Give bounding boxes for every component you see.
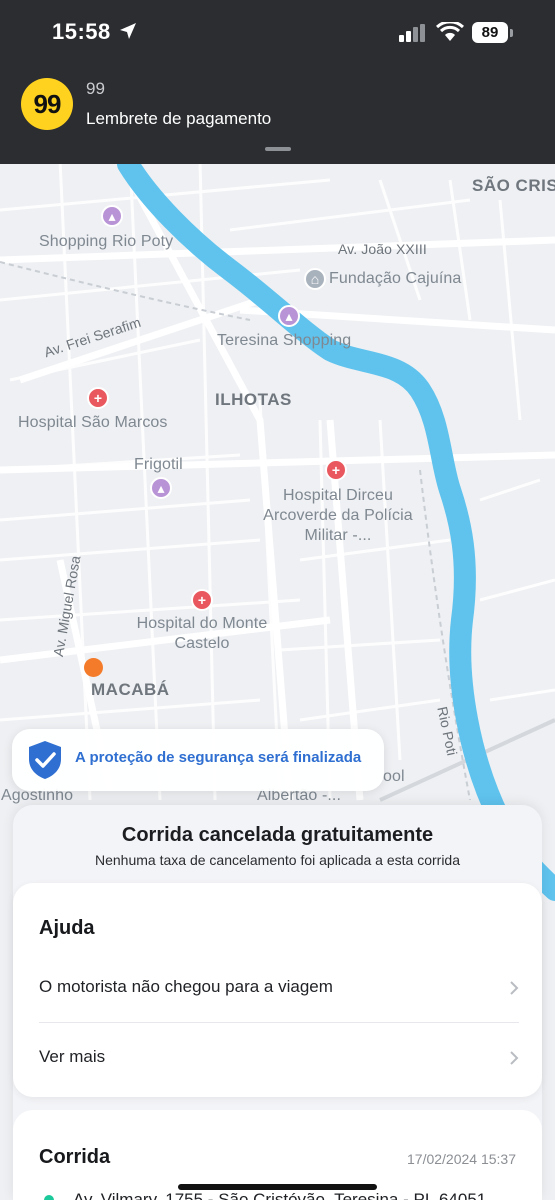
hospital-pin-icon[interactable]: + [87,387,109,409]
notification-title: Lembrete de pagamento [86,109,272,128]
help-divider [39,1022,519,1023]
shield-check-icon [29,741,61,779]
wifi-icon [436,22,464,41]
sheet-title: Corrida cancelada gratuitamente [121,824,434,846]
map-label-school: ool [383,768,405,785]
sheet-subtitle: Nenhuma taxa de cancelamento foi aplicad… [95,852,460,868]
shopping-pin-icon[interactable]: ▴ [101,205,123,227]
museum-pin-icon[interactable]: ⌂ [304,268,326,290]
help-card: Ajuda O motorista não chegou para a viag… [13,883,542,1097]
map-label-av-joao: Av. João XXIII [338,241,427,257]
battery-tip [510,29,513,37]
shopping-pin-icon[interactable]: ▴ [150,477,172,499]
help-item-see-more[interactable]: Ver mais [39,1029,519,1089]
status-time: 15:58 [52,19,111,44]
help-item-label: Ver mais [39,1047,106,1066]
help-heading: Ajuda [39,917,95,939]
ride-heading: Corrida [39,1146,111,1168]
location-arrow-icon [120,23,136,39]
notification-app-name: 99 [86,79,105,98]
shopping-pin-icon[interactable]: ▴ [278,305,300,327]
map-label-hospital-sao-marcos[interactable]: Hospital São Marcos [18,414,168,432]
help-item-label: O motorista não chegou para a viagem [39,977,333,996]
ride-origin-address: Av. Vilmary, 1755 - São Cristóvão, Teres… [73,1190,487,1200]
chevron-right-icon [510,1051,519,1065]
map-label-teresina-shopping[interactable]: Teresina Shopping [217,332,351,350]
cellular-signal-icon [399,24,425,42]
map-label-sao-cristovao: SÃO CRIS [472,176,555,195]
safety-protection-banner[interactable]: A proteção de segurança será finalizada [12,729,384,791]
hospital-pin-icon[interactable]: + [191,589,213,611]
map-label-ilhotas: ILHOTAS [215,390,292,409]
ride-date: 17/02/2024 15:37 [407,1151,516,1167]
location-marker [84,658,103,677]
origin-dot-icon [44,1195,54,1200]
battery-icon: 89 [472,22,508,43]
map-label-frigotil[interactable]: Frigotil [134,456,183,474]
chevron-right-icon [510,981,519,995]
app-99-icon: 99 [21,78,73,130]
status-bar: 15:58 89 [0,0,555,62]
ride-cancelled-sheet: Corrida cancelada gratuitamente Nenhuma … [13,805,542,1200]
map-label-hospital-monte[interactable]: Hospital do Monte Castelo [126,614,278,654]
map-label-hospital-dirceu[interactable]: Hospital Dirceu Arcoverde da Polícia Mil… [252,486,424,546]
map-label-macaba: MACABÁ [91,680,170,699]
map-label-fundacao[interactable]: Fundação Cajuína [329,270,461,288]
map-label-shopping-rio-poty[interactable]: Shopping Rio Poty [39,233,173,251]
safety-protection-text: A proteção de segurança será finalizada [75,749,362,766]
hospital-pin-icon[interactable]: + [325,459,347,481]
notification-drag-handle[interactable] [265,147,291,151]
home-indicator[interactable] [178,1184,377,1190]
